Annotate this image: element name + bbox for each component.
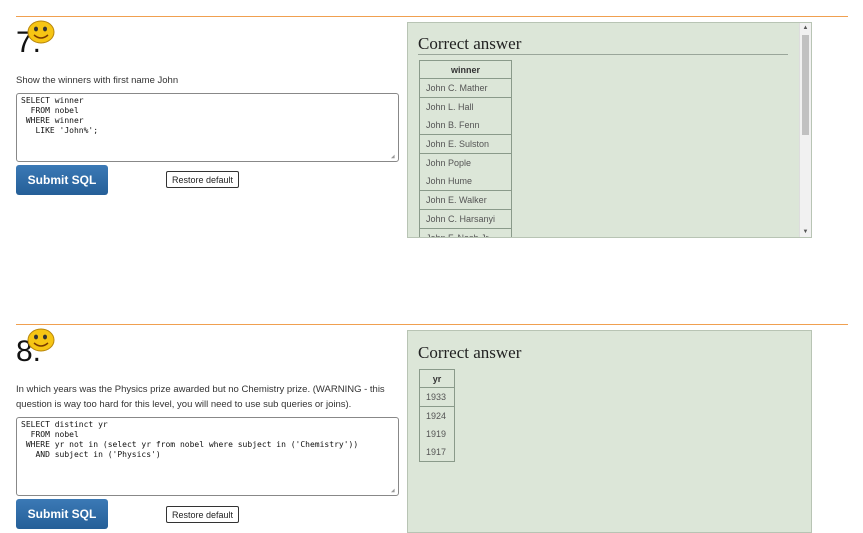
answer-table: yr 1933 1924 1919 1917 (419, 369, 455, 462)
answer-table: winner John C. Mather John L. Hall John … (419, 60, 512, 237)
table-cell: John B. Fenn (419, 116, 512, 135)
scroll-thumb[interactable] (802, 35, 809, 135)
section-divider (16, 16, 848, 17)
correct-answer-panel: Correct answer yr 1933 1924 1919 1917 (407, 330, 812, 533)
table-cell: 1919 (419, 425, 455, 443)
submit-sql-button[interactable]: Submit SQL (16, 165, 108, 195)
table-cell: John C. Mather (419, 78, 512, 98)
table-cell: John Hume (419, 172, 512, 191)
sql-editor[interactable]: SELECT distinct yr FROM nobel WHERE yr n… (16, 417, 399, 496)
resize-handle-icon[interactable]: ◢ (391, 488, 397, 494)
restore-default-button[interactable]: Restore default (166, 506, 239, 523)
table-cell: John C. Harsanyi (419, 209, 512, 229)
correct-answer-panel[interactable]: Correct answer winner John C. Mather Joh… (407, 22, 812, 238)
smiley-face-icon (27, 328, 55, 352)
submit-sql-button[interactable]: Submit SQL (16, 499, 108, 529)
table-cell: John F. Nash Jr. (419, 228, 512, 237)
restore-default-button[interactable]: Restore default (166, 171, 239, 188)
answer-title: Correct answer (418, 34, 522, 53)
section-divider (16, 324, 848, 325)
scroll-up-icon[interactable]: ▲ (800, 23, 811, 33)
table-cell: 1917 (419, 443, 455, 462)
answer-title-underline (418, 54, 788, 55)
scroll-down-icon[interactable]: ▼ (800, 227, 811, 237)
smiley-face-icon (27, 20, 55, 44)
table-cell: John Pople (419, 153, 512, 172)
table-cell: John E. Walker (419, 190, 512, 210)
table-cell: 1933 (419, 387, 455, 407)
column-header: yr (419, 369, 455, 388)
resize-handle-icon[interactable]: ◢ (391, 154, 397, 160)
sql-text: SELECT winner FROM nobel WHERE winner LI… (21, 96, 99, 135)
column-header: winner (419, 60, 512, 79)
question-prompt: Show the winners with first name John (16, 75, 179, 86)
answer-scrollbar[interactable]: ▲ ▼ (799, 23, 811, 237)
sql-text: SELECT distinct yr FROM nobel WHERE yr n… (21, 420, 359, 459)
sql-editor[interactable]: SELECT winner FROM nobel WHERE winner LI… (16, 93, 399, 162)
table-cell: 1924 (419, 406, 455, 425)
table-cell: John L. Hall (419, 97, 512, 116)
answer-title: Correct answer (418, 343, 522, 362)
table-cell: John E. Sulston (419, 134, 512, 154)
question-prompt: In which years was the Physics prize awa… (16, 384, 385, 410)
